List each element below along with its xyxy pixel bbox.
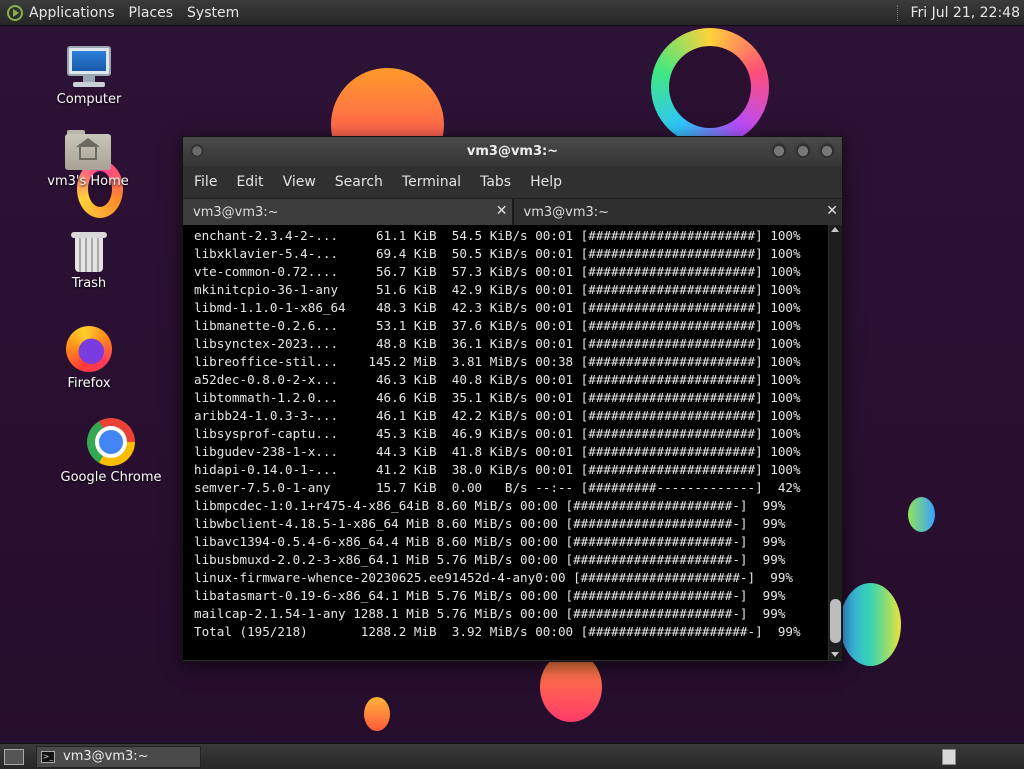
minimize-button[interactable]: [770, 142, 788, 160]
desktop-icon-firefox[interactable]: Firefox: [34, 326, 144, 391]
chrome-icon: [87, 418, 135, 466]
top-panel: Applications Places System Fri Jul 21, 2…: [0, 0, 1024, 26]
menu-tabs[interactable]: Tabs: [480, 174, 511, 190]
wallpaper-green-bubble: [908, 497, 935, 532]
wallpaper-rainbow-ring: [651, 28, 769, 146]
terminal-scrollbar[interactable]: [829, 225, 842, 660]
taskbar-item-terminal[interactable]: >_ vm3@vm3:~: [36, 745, 201, 768]
desktop-icon-home[interactable]: vm3's Home: [33, 130, 143, 189]
menubar: File Edit View Search Terminal Tabs Help: [183, 166, 842, 198]
desktop-icon-computer[interactable]: Computer: [34, 46, 144, 107]
panel-separator: [897, 4, 900, 21]
desktop-icon-label: Google Chrome: [60, 470, 162, 485]
home-folder-icon: [65, 130, 111, 170]
maximize-button[interactable]: [794, 142, 812, 160]
close-button[interactable]: [818, 142, 836, 160]
menu-view[interactable]: View: [283, 174, 316, 190]
bottom-panel: >_ vm3@vm3:~: [0, 743, 1024, 769]
tab-label: vm3@vm3:~: [193, 205, 279, 220]
desktop-icon-label: vm3's Home: [47, 174, 129, 189]
terminal-output[interactable]: enchant-2.3.4-2-... 61.1 KiB 54.5 KiB/s …: [183, 225, 828, 660]
trash-icon: [71, 230, 107, 272]
menu-search[interactable]: Search: [335, 174, 383, 190]
desktop-icon-chrome[interactable]: Google Chrome: [56, 418, 166, 485]
desktop-icon-trash[interactable]: Trash: [34, 230, 144, 291]
terminal-window[interactable]: vm3@vm3:~ File Edit View Search Terminal…: [182, 136, 843, 662]
close-icon[interactable]: ✕: [826, 203, 838, 219]
scrollbar-thumb[interactable]: [830, 599, 841, 643]
tab-1[interactable]: vm3@vm3:~ ✕: [183, 199, 514, 226]
menu-edit[interactable]: Edit: [236, 174, 263, 190]
firefox-icon: [66, 326, 112, 372]
taskbar-item-label: vm3@vm3:~: [63, 749, 149, 764]
wallpaper-teal-bubble: [840, 583, 901, 666]
wallpaper-red-bubble: [540, 652, 602, 722]
system-menu[interactable]: System: [187, 5, 239, 21]
workspace-switcher[interactable]: [942, 748, 956, 765]
tab-2[interactable]: vm3@vm3:~ ✕: [513, 199, 842, 226]
menu-help[interactable]: Help: [530, 174, 562, 190]
applications-menu[interactable]: Applications: [29, 5, 115, 21]
window-titlebar[interactable]: vm3@vm3:~: [183, 137, 842, 166]
computer-icon: [65, 46, 113, 88]
desktop-icon-label: Firefox: [67, 376, 111, 391]
menu-terminal[interactable]: Terminal: [402, 174, 461, 190]
desktop-icon-label: Trash: [71, 276, 107, 291]
window-title: vm3@vm3:~: [466, 144, 559, 159]
main-menu-icon[interactable]: [7, 4, 23, 21]
tab-label: vm3@vm3:~: [523, 205, 610, 220]
menu-file[interactable]: File: [194, 174, 217, 190]
scroll-up-icon[interactable]: [831, 227, 839, 232]
tab-bar: vm3@vm3:~ ✕ vm3@vm3:~ ✕: [183, 198, 842, 226]
wallpaper-small-orange-bubble: [364, 697, 390, 731]
places-menu[interactable]: Places: [129, 5, 174, 21]
desktop-icon-label: Computer: [56, 92, 122, 107]
terminal-text: enchant-2.3.4-2-... 61.1 KiB 54.5 KiB/s …: [194, 228, 801, 639]
show-desktop-icon[interactable]: [4, 748, 24, 765]
terminal-icon: >_: [41, 750, 55, 763]
scroll-down-icon[interactable]: [831, 652, 839, 657]
close-icon[interactable]: ✕: [496, 203, 508, 219]
window-menu-button[interactable]: [190, 144, 204, 158]
clock[interactable]: Fri Jul 21, 22:48: [910, 5, 1020, 21]
